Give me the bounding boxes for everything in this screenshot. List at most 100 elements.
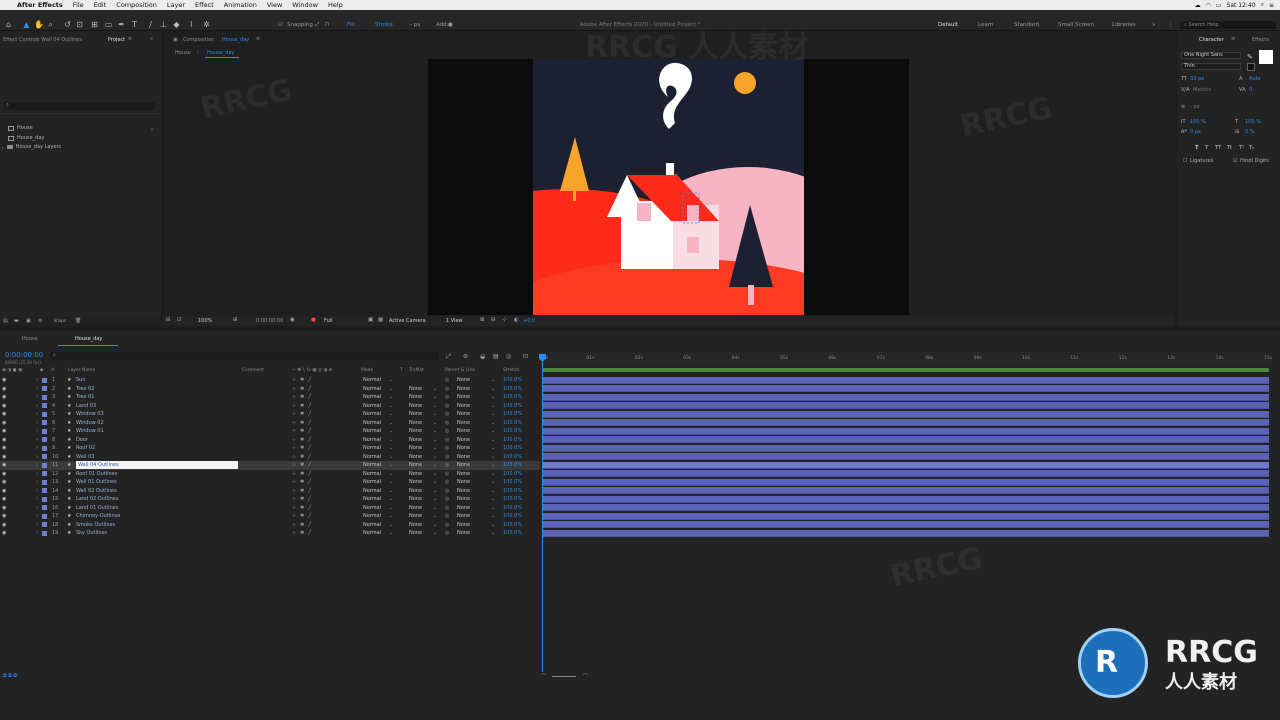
shy-switch-icon[interactable]: ⊹ xyxy=(292,453,296,462)
flowchart-icon[interactable]: ⊹ xyxy=(502,317,507,323)
quality-switch-icon[interactable]: ╱ xyxy=(308,376,311,385)
layer-row[interactable]: ◉ › 8 ★ Door ⊹ ✱ ╱ Normal ⌄ None ⌄ ◎ None ⌄ 100.0% xyxy=(0,436,540,445)
visibility-eye-icon[interactable]: ◉ xyxy=(2,444,6,453)
views-dropdown[interactable]: 1 View xyxy=(446,318,463,324)
color-channel-icon[interactable]: ● xyxy=(311,317,316,323)
trkmat-dropdown[interactable]: None xyxy=(409,436,422,445)
vertical-scale-field[interactable]: 100 % xyxy=(1190,119,1206,125)
horizontal-scale-field[interactable]: 100 % xyxy=(1245,119,1261,125)
timeline-tab-house-day[interactable]: House_day xyxy=(75,336,102,342)
creative-cloud-icon[interactable]: ☁ xyxy=(1195,2,1201,9)
layer-name-header[interactable]: Layer Name xyxy=(68,368,95,373)
breadcrumb-house[interactable]: House xyxy=(175,50,191,56)
tab-composition-house-day[interactable]: House_day xyxy=(222,37,249,43)
brush-tool-icon[interactable]: ∕ xyxy=(146,20,155,29)
parent-dropdown[interactable]: None xyxy=(457,453,470,462)
collapse-switch-icon[interactable]: ✱ xyxy=(300,461,304,470)
label-color-swatch[interactable] xyxy=(42,386,47,392)
quality-switch-icon[interactable]: ╱ xyxy=(308,453,311,462)
ligatures-checkbox[interactable]: ☐ xyxy=(1183,158,1187,164)
t-header[interactable]: T xyxy=(400,368,403,373)
pan-behind-tool-icon[interactable]: ⊞ xyxy=(90,20,99,29)
layer-duration-bar[interactable] xyxy=(543,529,1269,537)
mode-dropdown[interactable]: Normal xyxy=(363,487,381,496)
disclosure-icon[interactable]: › xyxy=(36,385,38,394)
panel-menu-icon[interactable]: ≡ xyxy=(1231,36,1235,42)
trkmat-dropdown[interactable]: None xyxy=(409,444,422,453)
trkmat-dropdown[interactable]: None xyxy=(409,453,422,462)
home-icon[interactable]: ⌂ xyxy=(4,20,13,29)
workspace-small-screen[interactable]: Small Screen xyxy=(1058,22,1094,28)
layer-name[interactable]: Window 01 xyxy=(76,427,104,436)
disclosure-icon[interactable]: › xyxy=(36,487,38,496)
layer-duration-bar[interactable] xyxy=(543,512,1269,520)
layer-row[interactable]: ◉ › 14 ★ Wall 02 Outlines ⊹ ✱ ╱ Normal ⌄ None ⌄ ◎ Non… xyxy=(0,487,540,496)
trkmat-dropdown[interactable]: None xyxy=(409,410,422,419)
quality-switch-icon[interactable]: ╱ xyxy=(308,393,311,402)
disclosure-icon[interactable]: › xyxy=(36,427,38,436)
layer-duration-bar[interactable] xyxy=(543,521,1269,529)
workspace-standard[interactable]: Standard xyxy=(1014,22,1039,28)
tab-effect-controls[interactable]: Effect Controls Wall 04 Outlines xyxy=(3,37,82,43)
disclosure-icon[interactable]: › xyxy=(36,402,38,411)
stretch-value[interactable]: 100.0% xyxy=(503,461,522,470)
zoom-dropdown[interactable]: 100% xyxy=(198,318,212,324)
layer-name[interactable]: Wall 02 Outlines xyxy=(76,487,117,496)
layer-name[interactable]: Window 02 xyxy=(76,419,104,428)
layer-duration-bar[interactable] xyxy=(543,393,1269,401)
collapse-switch-icon[interactable]: ✱ xyxy=(300,376,304,385)
disclosure-icon[interactable]: › xyxy=(36,410,38,419)
small-caps-icon[interactable]: Tt xyxy=(1227,145,1232,151)
mode-dropdown[interactable]: Normal xyxy=(363,376,381,385)
quality-switch-icon[interactable]: ╱ xyxy=(308,444,311,453)
pick-whip-icon[interactable]: ◎ xyxy=(445,495,449,504)
shy-switch-icon[interactable]: ⊹ xyxy=(292,487,296,496)
rectangle-tool-icon[interactable]: ▭ xyxy=(104,20,113,29)
layer-row[interactable]: ◉ › 11 ★ Wall 04 Outlines ⊹ ✱ ╱ Normal ⌄ None ⌄ ◎ Non… xyxy=(0,461,540,470)
layer-name[interactable]: Tree 01 xyxy=(76,393,94,402)
motion-blur-icon[interactable]: ◎ xyxy=(506,353,511,360)
snapshot-icon[interactable]: ◉ xyxy=(290,317,295,323)
camera-tool-icon[interactable]: ⊡ xyxy=(75,20,84,29)
disclosure-icon[interactable]: › xyxy=(36,444,38,453)
collapse-switch-icon[interactable]: ✱ xyxy=(300,393,304,402)
tracking-field[interactable]: 0 xyxy=(1249,87,1252,93)
parent-dropdown[interactable]: None xyxy=(457,478,470,487)
layer-row[interactable]: ◉ › 2 ★ Tree 02 ⊹ ✱ ╱ Normal ⌄ None ⌄ ◎ None ⌄ 100.0% xyxy=(0,385,540,394)
layer-row[interactable]: ◉ › 15 ★ Land 02 Outlines ⊹ ✱ ╱ Normal ⌄ None ⌄ ◎ Non… xyxy=(0,495,540,504)
quality-switch-icon[interactable]: ╱ xyxy=(308,461,311,470)
trkmat-dropdown[interactable]: None xyxy=(409,461,422,470)
collapse-switch-icon[interactable]: ✱ xyxy=(300,402,304,411)
shy-switch-icon[interactable]: ⊹ xyxy=(292,521,296,530)
disclosure-icon[interactable]: › xyxy=(36,436,38,445)
menu-window[interactable]: Window xyxy=(287,1,323,9)
label-color-swatch[interactable] xyxy=(42,513,47,519)
rotate-tool-icon[interactable]: ↺ xyxy=(63,20,72,29)
mode-dropdown[interactable]: Normal xyxy=(363,470,381,479)
new-folder-icon[interactable]: ▬ xyxy=(14,318,19,324)
work-area-bar[interactable] xyxy=(543,368,1269,372)
quality-switch-icon[interactable]: ╱ xyxy=(308,521,311,530)
pick-whip-icon[interactable]: ◎ xyxy=(445,521,449,530)
disclosure-icon[interactable]: › xyxy=(36,376,38,385)
parent-dropdown[interactable]: None xyxy=(457,376,470,385)
parent-dropdown[interactable]: None xyxy=(457,385,470,394)
tsume-field[interactable]: 0 % xyxy=(1245,129,1255,135)
stretch-value[interactable]: 100.0% xyxy=(503,402,522,411)
composition-canvas[interactable] xyxy=(533,59,804,315)
battery-icon[interactable]: ▭ xyxy=(1216,2,1222,9)
trkmat-dropdown[interactable]: None xyxy=(409,470,422,479)
label-color-swatch[interactable] xyxy=(42,377,47,383)
visibility-eye-icon[interactable]: ◉ xyxy=(2,393,6,402)
parent-dropdown[interactable]: None xyxy=(457,487,470,496)
font-size-field[interactable]: 33 px xyxy=(1190,76,1204,82)
quality-switch-icon[interactable]: ╱ xyxy=(308,512,311,521)
layer-row[interactable]: ◉ › 6 ★ Window 02 ⊹ ✱ ╱ Normal ⌄ None ⌄ ◎ None ⌄ 100.0% xyxy=(0,419,540,428)
visibility-eye-icon[interactable]: ◉ xyxy=(2,529,6,538)
shy-switch-icon[interactable]: ⊹ xyxy=(292,504,296,513)
layer-row[interactable]: ◉ › 16 ★ Land 01 Outlines ⊹ ✱ ╱ Normal ⌄ None ⌄ ◎ Non… xyxy=(0,504,540,513)
shy-switch-icon[interactable]: ⊹ xyxy=(292,478,296,487)
stroke-label[interactable]: Stroke: xyxy=(375,22,394,28)
mode-dropdown[interactable]: Normal xyxy=(363,385,381,394)
breadcrumb-house-day[interactable]: House_day xyxy=(207,50,234,56)
